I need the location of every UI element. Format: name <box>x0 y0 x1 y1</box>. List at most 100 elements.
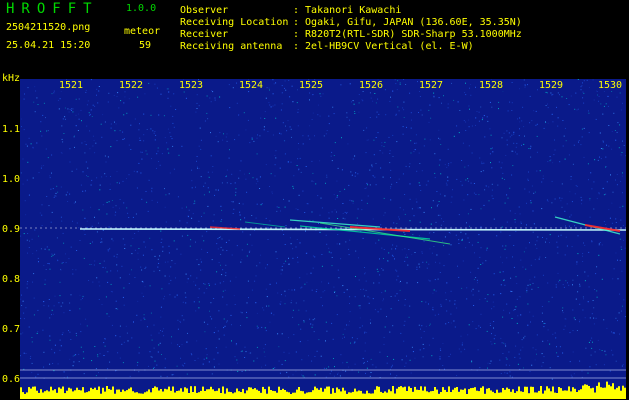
noise-speckle <box>265 97 267 99</box>
noise-floor-bar <box>222 386 224 399</box>
noise-speckle <box>311 326 313 328</box>
noise-floor-bar <box>198 392 200 399</box>
noise-speckle <box>554 214 556 216</box>
noise-speckle <box>70 246 72 248</box>
noise-speckle <box>333 155 335 156</box>
noise-speckle <box>248 251 250 253</box>
noise-speckle <box>619 259 621 261</box>
noise-floor-bar <box>108 389 110 399</box>
noise-speckle <box>36 97 38 99</box>
noise-speckle <box>534 244 536 246</box>
noise-speckle <box>50 221 52 223</box>
noise-speckle <box>596 198 598 200</box>
noise-floor-bar <box>196 392 198 399</box>
noise-speckle <box>483 170 485 172</box>
noise-speckle <box>49 268 51 270</box>
noise-speckle <box>311 289 313 291</box>
noise-speckle <box>256 153 258 155</box>
noise-speckle <box>381 292 383 294</box>
noise-floor-bar <box>282 388 284 399</box>
noise-speckle <box>110 176 111 177</box>
noise-speckle <box>337 234 339 235</box>
noise-speckle <box>484 136 486 138</box>
noise-speckle <box>379 150 381 152</box>
noise-speckle <box>603 221 605 222</box>
noise-speckle <box>219 132 221 134</box>
noise-speckle <box>110 291 112 292</box>
noise-floor-bar <box>246 390 248 399</box>
noise-speckle <box>226 304 228 306</box>
noise-speckle <box>274 155 276 157</box>
noise-speckle <box>503 342 505 344</box>
noise-floor-bar <box>122 389 124 399</box>
noise-speckle <box>509 187 511 189</box>
noise-speckle <box>152 130 154 132</box>
noise-speckle <box>41 135 43 137</box>
noise-speckle <box>357 223 358 225</box>
noise-speckle <box>590 172 592 174</box>
noise-speckle <box>69 148 71 150</box>
noise-speckle <box>390 187 391 189</box>
noise-speckle <box>441 218 442 220</box>
noise-speckle <box>148 82 150 84</box>
noise-speckle <box>24 93 25 95</box>
noise-speckle <box>107 156 109 158</box>
noise-speckle <box>171 260 173 262</box>
noise-speckle <box>280 210 281 212</box>
noise-speckle <box>150 356 152 358</box>
noise-speckle <box>395 115 397 116</box>
noise-speckle <box>564 158 566 160</box>
noise-speckle <box>529 371 531 372</box>
noise-speckle <box>186 373 188 375</box>
noise-speckle <box>439 262 441 264</box>
noise-speckle <box>239 170 241 172</box>
noise-speckle <box>410 140 412 142</box>
noise-speckle <box>276 206 278 208</box>
noise-speckle <box>73 135 75 137</box>
noise-floor-bar <box>266 393 268 399</box>
noise-floor-bar <box>346 393 348 399</box>
noise-speckle <box>354 296 356 298</box>
noise-speckle <box>143 314 145 316</box>
noise-speckle <box>448 253 450 255</box>
noise-speckle <box>439 193 441 195</box>
noise-speckle <box>255 217 257 219</box>
noise-speckle <box>256 137 258 139</box>
noise-speckle <box>206 95 208 97</box>
noise-speckle <box>390 186 392 188</box>
noise-speckle <box>201 216 202 217</box>
noise-speckle <box>103 260 105 262</box>
noise-speckle <box>105 267 107 269</box>
noise-speckle <box>374 176 376 178</box>
noise-speckle <box>177 344 179 346</box>
noise-speckle <box>268 305 270 307</box>
noise-speckle <box>428 232 430 234</box>
noise-speckle <box>413 215 415 217</box>
noise-speckle <box>196 102 198 104</box>
noise-speckle <box>122 296 124 298</box>
noise-speckle <box>564 254 566 256</box>
noise-speckle <box>561 197 563 199</box>
noise-speckle <box>562 310 563 312</box>
noise-speckle <box>304 212 306 213</box>
noise-speckle <box>535 110 537 112</box>
noise-speckle <box>217 238 219 240</box>
noise-speckle <box>389 331 391 333</box>
noise-speckle <box>57 191 59 193</box>
noise-speckle <box>153 132 155 134</box>
noise-speckle <box>45 117 46 119</box>
noise-speckle <box>600 148 602 149</box>
noise-speckle <box>226 321 228 323</box>
noise-speckle <box>285 125 286 127</box>
noise-speckle <box>565 225 566 227</box>
noise-speckle <box>559 161 561 163</box>
noise-floor-bar <box>228 391 230 399</box>
noise-speckle <box>396 293 398 295</box>
noise-speckle <box>251 137 253 139</box>
noise-speckle <box>219 282 221 284</box>
noise-speckle <box>386 316 387 318</box>
noise-speckle <box>186 222 188 224</box>
noise-floor-bar <box>32 386 34 399</box>
noise-speckle <box>296 165 298 166</box>
noise-speckle <box>134 118 136 120</box>
